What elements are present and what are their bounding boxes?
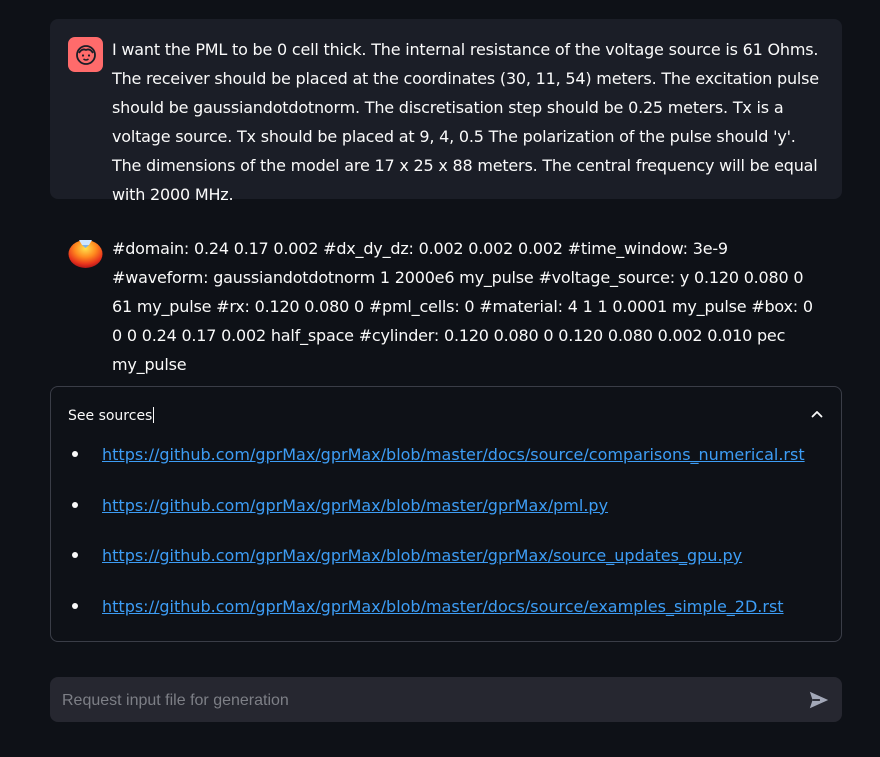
face-icon <box>75 44 96 65</box>
colored-ball-icon <box>68 240 103 268</box>
source-link[interactable]: https://github.com/gprMax/gprMax/blob/ma… <box>102 445 805 464</box>
bullet <box>72 552 78 558</box>
sources-expander: See sources https://github.com/gprMax/gp… <box>50 386 842 642</box>
user-message: I want the PML to be 0 cell thick. The i… <box>50 19 842 204</box>
source-link[interactable]: https://github.com/gprMax/gprMax/blob/ma… <box>102 496 608 515</box>
sources-toggle[interactable]: See sources <box>68 404 824 424</box>
chat-input-bar <box>50 677 842 724</box>
list-item: https://github.com/gprMax/gprMax/blob/ma… <box>68 496 824 547</box>
chat-input[interactable] <box>60 677 794 724</box>
bullet <box>72 602 78 609</box>
sources-title-wrap: See sources <box>68 405 155 424</box>
bullet <box>72 451 78 457</box>
bullet <box>72 501 78 508</box>
text-cursor <box>153 407 155 423</box>
sources-list: https://github.com/gprMax/gprMax/blob/ma… <box>68 445 824 647</box>
user-avatar <box>68 37 103 72</box>
assistant-avatar <box>68 234 103 269</box>
list-item: https://github.com/gprMax/gprMax/blob/ma… <box>68 445 824 496</box>
assistant-message-text: #domain: 0.24 0.17 0.002 #dx_dy_dz: 0.00… <box>112 239 813 374</box>
chevron-up-icon[interactable] <box>810 407 824 421</box>
paper-plane-icon[interactable] <box>808 689 830 711</box>
source-link[interactable]: https://github.com/gprMax/gprMax/blob/ma… <box>102 546 742 565</box>
source-link[interactable]: https://github.com/gprMax/gprMax/blob/ma… <box>102 597 784 616</box>
user-message-text: I want the PML to be 0 cell thick. The i… <box>112 40 819 204</box>
list-item: https://github.com/gprMax/gprMax/blob/ma… <box>68 597 824 648</box>
assistant-message: #domain: 0.24 0.17 0.002 #dx_dy_dz: 0.00… <box>50 218 842 374</box>
list-item: https://github.com/gprMax/gprMax/blob/ma… <box>68 546 824 597</box>
sources-title: See sources <box>68 407 153 424</box>
